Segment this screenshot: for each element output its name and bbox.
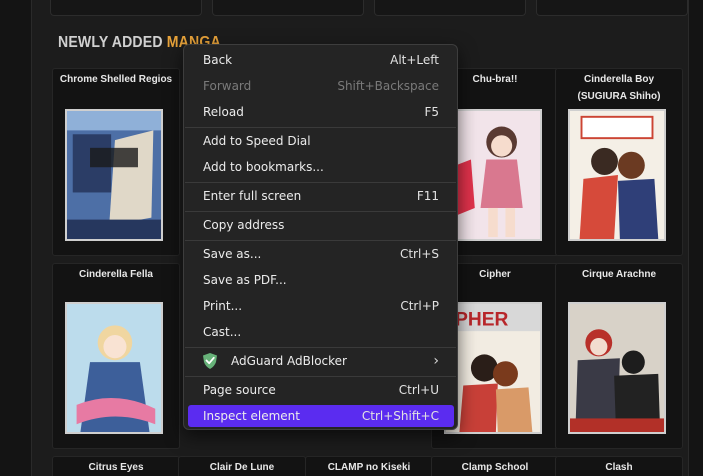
manga-card[interactable]: Clair De Lune xyxy=(178,456,306,476)
menu-item-print[interactable]: Print... Ctrl+P xyxy=(188,295,454,317)
manga-title[interactable]: Cinderella Fella xyxy=(53,264,179,300)
manga-card[interactable]: CLAMP no Kiseki xyxy=(305,456,433,476)
manga-title[interactable]: Chrome Shelled Regios xyxy=(53,69,179,105)
menu-item-label: Reload xyxy=(203,105,244,119)
menu-item-add-to-bookmarks[interactable]: Add to bookmarks... xyxy=(188,156,454,178)
menu-item-label: Cast... xyxy=(203,325,242,339)
manga-cover[interactable] xyxy=(568,109,666,241)
menu-item-save-as-pdf[interactable]: Save as PDF... xyxy=(188,269,454,291)
manga-cover[interactable] xyxy=(65,302,163,434)
manga-title[interactable]: Cirque Arachne xyxy=(556,264,682,300)
manga-card-cirque-arachne[interactable]: Cirque Arachne xyxy=(555,263,683,449)
menu-item-inspect-element[interactable]: Inspect element Ctrl+Shift+C xyxy=(188,405,454,427)
menu-item-forward: Forward Shift+Backspace xyxy=(188,75,454,97)
menu-item-shortcut: Ctrl+Shift+C xyxy=(361,409,439,423)
manga-cover[interactable] xyxy=(568,302,666,434)
menu-item-label: Print... xyxy=(203,299,243,313)
menu-item-label: Inspect element xyxy=(203,409,300,423)
manga-card[interactable]: Citrus Eyes xyxy=(52,456,180,476)
page: NEWLY ADDED MANGA Chrome Shelled Regios … xyxy=(0,0,703,476)
menu-item-label: AdGuard AdBlocker xyxy=(231,354,347,368)
manga-title[interactable]: Clamp School xyxy=(432,457,558,476)
menu-item-label-group: AdGuard AdBlocker xyxy=(203,353,347,369)
manga-card[interactable]: Clamp School xyxy=(431,456,559,476)
menu-item-adguard-adblocker[interactable]: AdGuard AdBlocker › xyxy=(188,350,454,372)
menu-item-shortcut: Ctrl+U xyxy=(398,383,439,397)
menu-item-label: Copy address xyxy=(203,218,285,232)
previous-card-bottom[interactable] xyxy=(50,0,202,16)
manga-title[interactable]: Cinderella Boy (SUGIURA Shiho) xyxy=(556,69,682,105)
menu-item-shortcut: F11 xyxy=(416,189,439,203)
manga-title[interactable]: Clash xyxy=(556,457,682,476)
menu-item-label: Save as PDF... xyxy=(203,273,287,287)
menu-item-reload[interactable]: Reload F5 xyxy=(188,101,454,123)
menu-item-enter-full-screen[interactable]: Enter full screen F11 xyxy=(188,185,454,207)
menu-item-label: Save as... xyxy=(203,247,262,261)
menu-item-shortcut: Shift+Backspace xyxy=(337,79,439,93)
manga-card-chrome-shelled-regios[interactable]: Chrome Shelled Regios xyxy=(52,68,180,256)
menu-item-label: Back xyxy=(203,53,233,67)
menu-separator xyxy=(185,347,456,348)
manga-title[interactable]: Citrus Eyes xyxy=(53,457,179,476)
menu-item-save-as[interactable]: Save as... Ctrl+S xyxy=(188,243,454,265)
svg-text:IPHER: IPHER xyxy=(450,309,509,330)
menu-item-copy-address[interactable]: Copy address xyxy=(188,214,454,236)
menu-item-label: Enter full screen xyxy=(203,189,302,203)
manga-card-cinderella-boy[interactable]: Cinderella Boy (SUGIURA Shiho) xyxy=(555,68,683,256)
previous-card-bottom[interactable] xyxy=(374,0,526,16)
section-title-text: NEWLY ADDED xyxy=(58,34,167,51)
manga-cover[interactable] xyxy=(65,109,163,241)
menu-separator xyxy=(185,211,456,212)
menu-item-shortcut: Alt+Left xyxy=(390,53,439,67)
previous-card-bottom[interactable] xyxy=(536,0,688,16)
menu-item-label: Add to Speed Dial xyxy=(203,134,311,148)
menu-item-shortcut: F5 xyxy=(424,105,439,119)
manga-title[interactable]: Clair De Lune xyxy=(179,457,305,476)
menu-separator xyxy=(185,376,456,377)
manga-card[interactable]: Clash xyxy=(555,456,683,476)
menu-item-back[interactable]: Back Alt+Left xyxy=(188,49,454,71)
manga-card-cinderella-fella[interactable]: Cinderella Fella xyxy=(52,263,180,449)
manga-cover[interactable]: IPHER xyxy=(444,302,542,434)
menu-item-cast[interactable]: Cast... xyxy=(188,321,454,343)
menu-item-label: Page source xyxy=(203,383,276,397)
manga-title[interactable]: CLAMP no Kiseki xyxy=(306,457,432,476)
previous-card-bottom[interactable] xyxy=(212,0,364,16)
menu-item-shortcut: Ctrl+P xyxy=(400,299,439,313)
chevron-right-icon: › xyxy=(433,353,439,369)
menu-item-add-to-speed-dial[interactable]: Add to Speed Dial xyxy=(188,130,454,152)
menu-item-shortcut: Ctrl+S xyxy=(399,247,439,261)
menu-item-label: Forward xyxy=(203,79,252,93)
left-gutter xyxy=(0,0,32,476)
adguard-shield-icon xyxy=(203,353,217,369)
context-menu: Back Alt+Left Forward Shift+Backspace Re… xyxy=(183,44,458,430)
manga-cover[interactable] xyxy=(444,109,542,241)
right-gutter xyxy=(688,0,703,476)
menu-item-label: Add to bookmarks... xyxy=(203,160,324,174)
menu-separator xyxy=(185,240,456,241)
menu-separator xyxy=(185,127,456,128)
menu-item-page-source[interactable]: Page source Ctrl+U xyxy=(188,379,454,401)
menu-separator xyxy=(185,182,456,183)
